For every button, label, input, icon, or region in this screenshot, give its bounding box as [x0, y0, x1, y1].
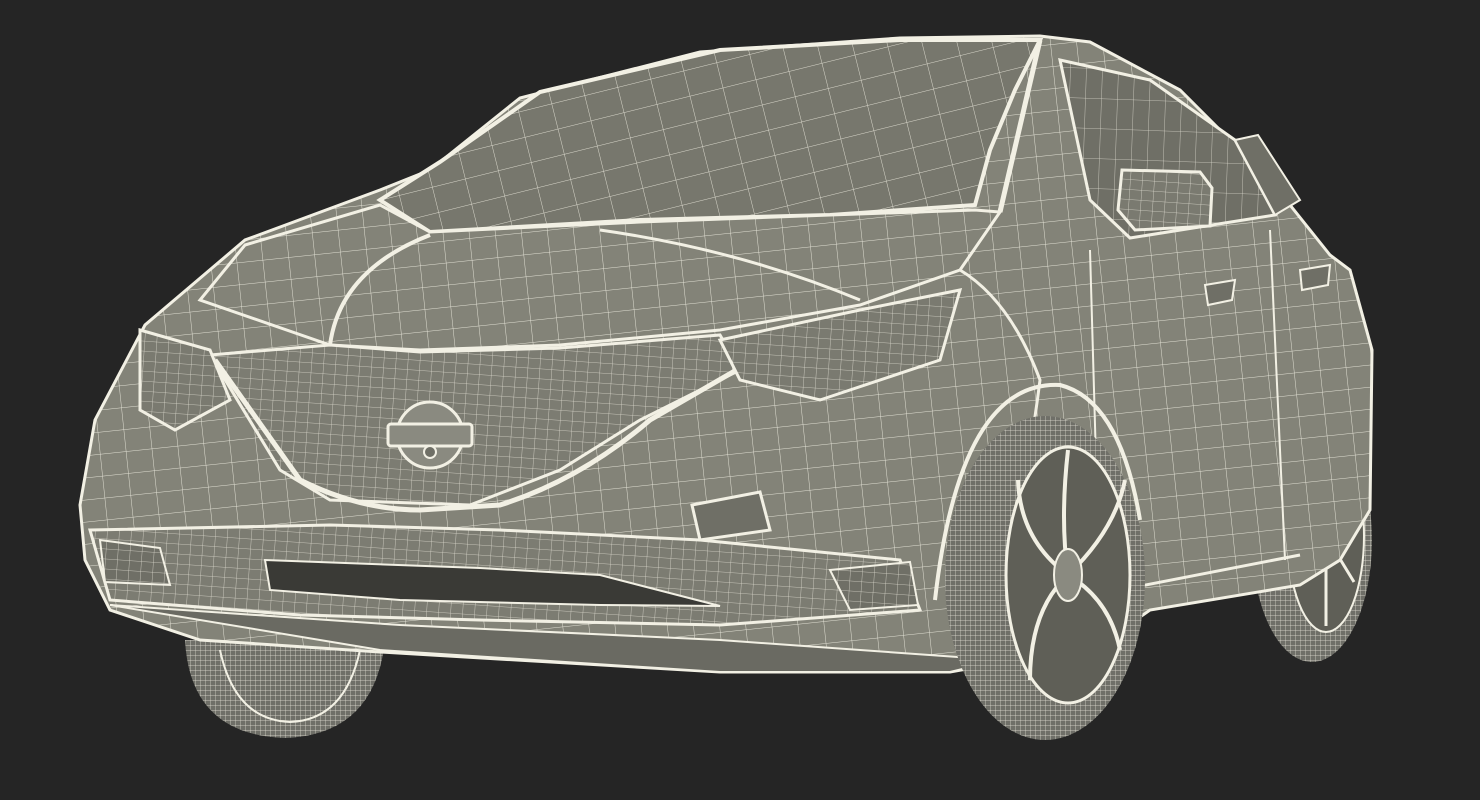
car-wireframe-render — [78, 34, 1374, 740]
render-viewport — [0, 0, 1480, 800]
car-body — [78, 34, 1374, 674]
front-left-wheel — [185, 640, 385, 738]
front-right-wheel — [945, 416, 1145, 740]
